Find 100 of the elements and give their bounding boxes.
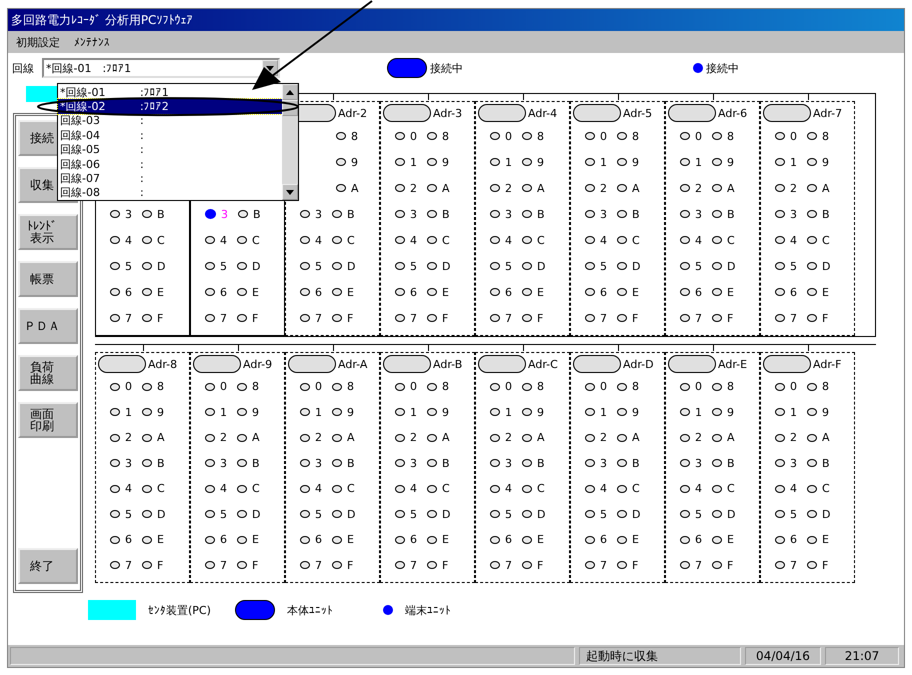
channel-label: 4 xyxy=(600,234,607,246)
channel-label: D xyxy=(442,508,450,521)
legend-label: 本体ﾕﾆｯﾄ xyxy=(286,602,333,618)
channel-label: 6 xyxy=(505,286,512,298)
unit-address: Adr-A xyxy=(338,358,368,370)
channel-label: 6 xyxy=(410,286,417,298)
channel-label: 1 xyxy=(505,406,512,419)
scroll-down-button[interactable] xyxy=(282,184,298,200)
line-select[interactable]: *回線-01 :ﾌﾛｱ1 xyxy=(42,58,280,78)
menu-item[interactable]: 初期設定 xyxy=(16,34,60,50)
channel-label: 7 xyxy=(220,558,227,572)
channel-label: 5 xyxy=(505,508,512,521)
channel-label: 3 xyxy=(125,456,132,470)
channel-label: 9 xyxy=(632,156,639,168)
unit-address: Adr-F xyxy=(813,358,842,370)
channel-label: 9 xyxy=(442,156,449,168)
channel-label: 4 xyxy=(790,482,797,496)
channel-label: 5 xyxy=(410,508,417,521)
unit-address: Adr-8 xyxy=(148,358,178,370)
dropdown-item[interactable]: *回線-01 :ﾌﾛｱ1 xyxy=(58,85,282,100)
channel-label: 6 xyxy=(695,286,702,298)
channel-label: 1 xyxy=(410,406,417,419)
channel-label: 9 xyxy=(351,156,358,168)
channel-label: C xyxy=(632,234,640,246)
channel-label: 4 xyxy=(600,482,607,496)
channel-label: 6 xyxy=(600,533,607,546)
channel-label: C xyxy=(727,482,735,496)
channel-label: D xyxy=(347,508,356,521)
channel-label: E xyxy=(822,533,829,546)
channel-label: 7 xyxy=(600,558,607,572)
channel-label: A xyxy=(347,431,355,444)
scroll-up-button[interactable] xyxy=(282,84,298,100)
exit-button[interactable]: 終了 xyxy=(18,548,78,584)
channel-label: 4 xyxy=(410,482,417,496)
channel-label: 4 xyxy=(790,234,797,246)
channel-label: 1 xyxy=(125,406,132,419)
channel-label: 1 xyxy=(505,156,512,168)
channel-label: B xyxy=(442,208,450,220)
channel-label: E xyxy=(632,533,639,546)
channel-label: F xyxy=(822,312,828,324)
channel-label: D xyxy=(347,260,356,272)
channel-label: C xyxy=(252,482,260,496)
side-button[interactable]: 帳票 xyxy=(18,261,78,297)
channel-label: 3 xyxy=(125,208,132,220)
channel-label: A xyxy=(727,182,735,194)
channel-label: 5 xyxy=(790,508,797,521)
unit-address: Adr-B xyxy=(433,358,462,370)
channel-label: 9 xyxy=(537,156,544,168)
channel-label: C xyxy=(347,234,355,246)
channel-label: D xyxy=(252,508,260,521)
scrollbar[interactable] xyxy=(282,84,298,200)
channel-label: 1 xyxy=(410,156,417,168)
side-button[interactable]: 画面 印刷 xyxy=(18,402,78,438)
channel-label: 1 xyxy=(315,406,322,419)
channel-label: A xyxy=(252,431,260,444)
side-button[interactable]: ﾄﾚﾝﾄﾞ 表示 xyxy=(18,214,78,250)
channel-label: 7 xyxy=(790,312,797,324)
channel-label: A xyxy=(822,431,830,444)
side-button[interactable]: 負荷 曲線 xyxy=(18,355,78,391)
channel-label: E xyxy=(442,286,449,298)
channel-label: E xyxy=(537,533,544,546)
channel-label: 1 xyxy=(695,406,702,419)
channel-label: E xyxy=(252,533,259,546)
channel-label: 2 xyxy=(695,431,702,444)
channel-label: 2 xyxy=(220,431,227,444)
channel-label: C xyxy=(442,234,450,246)
channel-label: 8 xyxy=(822,380,829,394)
unit-address: Adr-D xyxy=(623,358,654,370)
channel-label: F xyxy=(252,558,258,572)
channel-label: A xyxy=(822,182,830,194)
channel-label: 0 xyxy=(315,380,322,394)
channel-label: 0 xyxy=(505,130,512,142)
channel-label: D xyxy=(537,508,546,521)
line-label: 回線 xyxy=(12,60,34,76)
main-unit-pill-icon xyxy=(234,600,275,620)
channel-label: 3 xyxy=(410,208,417,220)
channel-label: D xyxy=(727,260,736,272)
channel-label: B xyxy=(822,456,830,470)
channel-label: 0 xyxy=(790,380,797,394)
unit-address: Adr-7 xyxy=(813,106,842,120)
channel-label: F xyxy=(727,312,734,324)
channel-label: 7 xyxy=(410,312,417,324)
channel-label: 5 xyxy=(315,508,322,521)
channel-label: 6 xyxy=(790,533,797,546)
menu-item[interactable]: ﾒﾝﾃﾅﾝｽ xyxy=(74,36,110,48)
channel-label: 2 xyxy=(315,431,322,444)
channel-label: 0 xyxy=(695,380,702,394)
unit-address: Adr-6 xyxy=(718,106,748,120)
channel-label: 0 xyxy=(695,130,702,142)
channel-label: B xyxy=(253,208,261,220)
side-button[interactable]: ＰＤＡ xyxy=(18,308,78,344)
channel-label: 9 xyxy=(442,406,449,419)
legend-label: ｾﾝﾀ装置(PC) xyxy=(148,602,211,618)
channel-label: 3 xyxy=(221,208,228,220)
channel-label: 8 xyxy=(252,380,259,394)
channel-label: C xyxy=(537,482,545,496)
channel-label: 1 xyxy=(600,406,607,419)
terminal-dot-icon xyxy=(382,605,393,615)
channel-label: 2 xyxy=(695,182,702,194)
channel-label: C xyxy=(442,482,450,496)
